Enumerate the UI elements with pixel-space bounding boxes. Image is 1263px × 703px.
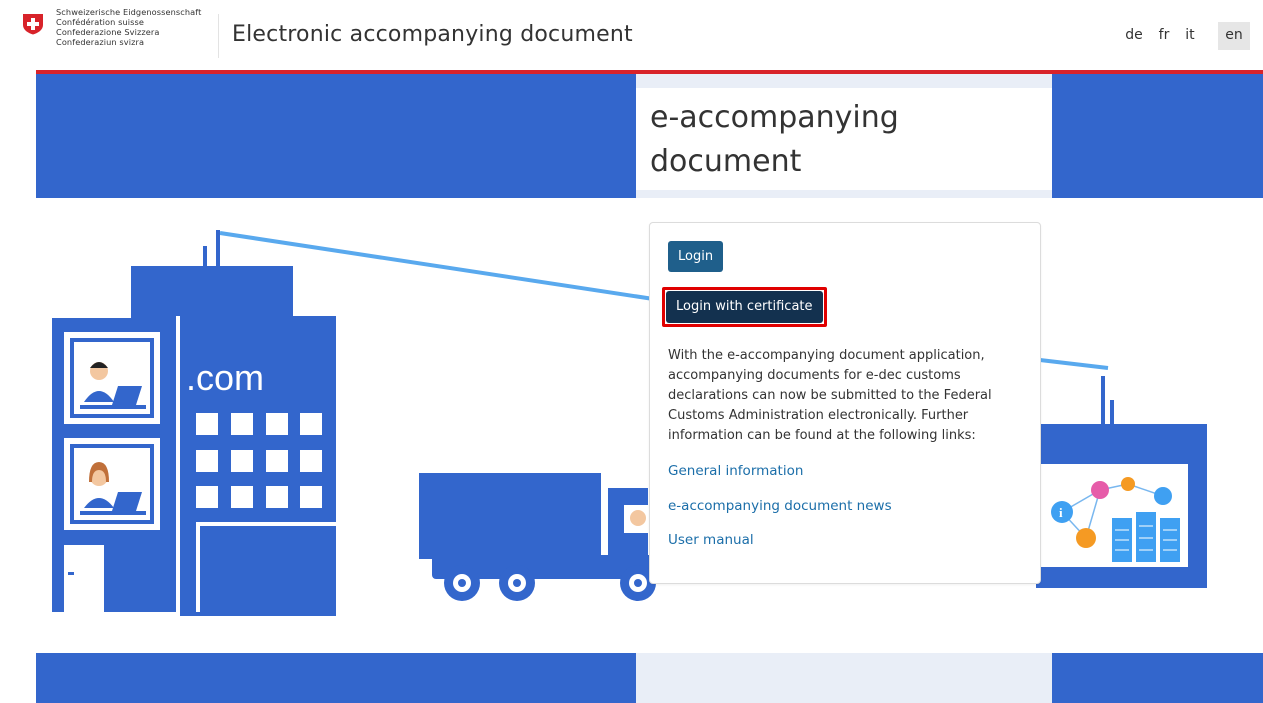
general-information-link[interactable]: General information — [668, 463, 803, 479]
language-it[interactable]: it — [1180, 22, 1200, 50]
office-building — [52, 318, 176, 612]
language-de[interactable]: de — [1121, 22, 1147, 50]
exchange-node-icon — [1076, 528, 1096, 548]
truck-wheel — [444, 565, 480, 601]
gov-name-de: Schweizerische Eidgenossenschaft — [56, 7, 202, 17]
signal-wire-right — [1039, 358, 1109, 370]
header: Schweizerische Eidgenossenschaft Confédé… — [0, 0, 1263, 72]
customs-illustration: .com i — [52, 230, 1207, 616]
key-node-icon — [1121, 477, 1135, 491]
truck — [419, 473, 662, 601]
cert-login-highlight: Login with certificate — [662, 287, 827, 327]
login-with-certificate-button[interactable]: Login with certificate — [666, 291, 823, 323]
search-node-icon — [1091, 481, 1109, 499]
gov-name-rm: Confederaziun svizra — [56, 37, 145, 47]
footer-right-band — [1052, 653, 1263, 703]
description-text: With the e-accompanying document applica… — [668, 348, 992, 443]
header-divider — [218, 14, 219, 58]
globe-node-icon — [1154, 487, 1172, 505]
banner-left-band — [36, 74, 636, 198]
login-card: Login Login with certificate With the e-… — [649, 222, 1041, 584]
network-panel: i — [1036, 376, 1207, 588]
truck-wheel — [499, 565, 535, 601]
e-accompanying-document-news-link[interactable]: e-accompanying document news — [668, 498, 892, 514]
svg-text:i: i — [1059, 505, 1063, 520]
building-sign-text: .com — [186, 357, 264, 398]
user-manual-link[interactable]: User manual — [668, 532, 754, 548]
language-en[interactable]: en — [1218, 22, 1250, 50]
gov-name-it: Confederazione Svizzera — [56, 27, 160, 37]
government-names: Schweizerische Eidgenossenschaft Confédé… — [56, 7, 201, 47]
app-title: Electronic accompanying document — [232, 22, 633, 47]
language-fr[interactable]: fr — [1153, 22, 1175, 50]
footer-center-band — [636, 653, 1052, 703]
swiss-flag-icon — [23, 14, 43, 35]
server-icon — [1112, 512, 1180, 562]
footer-left-band — [36, 653, 636, 703]
gov-name-fr: Confédération suisse — [56, 17, 145, 27]
banner-right-band — [1052, 74, 1263, 198]
page-title: e-accompanying document — [650, 100, 899, 179]
login-button[interactable]: Login — [668, 241, 724, 272]
